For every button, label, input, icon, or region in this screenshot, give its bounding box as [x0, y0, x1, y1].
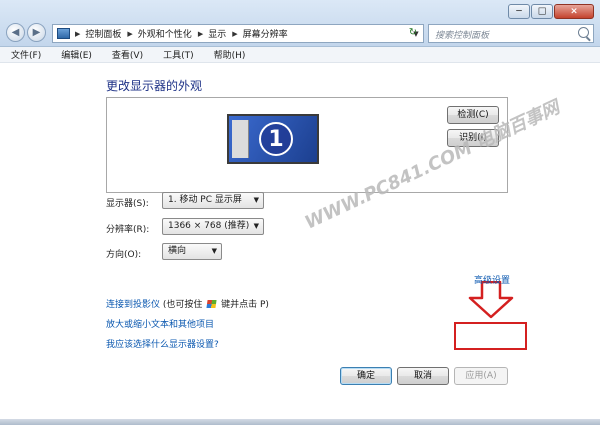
windows-logo-icon — [206, 300, 217, 308]
breadcrumb-item[interactable]: ▶ 显示 — [196, 27, 227, 41]
chevron-down-icon: ▼ — [253, 196, 259, 204]
window-chrome: − □ × ◀ ▶ ▶ 控制面板 ▶ 外观和个性化 ▶ 显示 ▶ 屏幕分辨率 ▼ ↻ 搜… — [0, 0, 600, 47]
breadcrumb-arrow-icon: ▶ — [197, 29, 204, 38]
breadcrumb-item[interactable]: ▶ 屏幕分辨率 — [230, 27, 288, 41]
breadcrumb-label: 显示 — [208, 30, 227, 40]
apply-button[interactable]: 应用(A) — [454, 367, 508, 385]
breadcrumb-arrow-icon: ▶ — [127, 29, 133, 38]
back-arrow-icon: ◀ — [11, 27, 20, 38]
cancel-button[interactable]: 取消 — [397, 367, 449, 385]
page-title: 更改显示器的外观 — [106, 79, 203, 93]
breadcrumb-arrow-icon: ▶ — [232, 29, 238, 38]
address-bar[interactable]: ▶ 控制面板 ▶ 外观和个性化 ▶ 显示 ▶ 屏幕分辨率 ▼ — [52, 24, 424, 43]
menu-view[interactable]: 查看(V) — [112, 48, 143, 61]
connect-projector-link[interactable]: 连接到投影仪 — [106, 300, 160, 310]
search-box[interactable]: 搜索控制面板 — [428, 24, 594, 43]
projector-hint-tail: 键并点击 P) — [221, 300, 269, 310]
down-arrow-icon — [468, 281, 514, 319]
control-panel-icon — [57, 28, 70, 39]
monitor-number-badge: 1 — [259, 122, 293, 156]
minimize-icon: − — [515, 6, 523, 16]
ok-button[interactable]: 确定 — [340, 367, 392, 385]
orientation-label: 方向(O): — [106, 250, 142, 260]
display-select[interactable]: 1. 移动 PC 显示屏 ▼ — [162, 192, 264, 209]
menu-bar: 文件(F) 编辑(E) 查看(V) 工具(T) 帮助(H) — [0, 47, 600, 63]
breadcrumb-label: 屏幕分辨率 — [242, 30, 288, 40]
menu-help[interactable]: 帮助(H) — [214, 48, 246, 61]
which-settings-link[interactable]: 我应该选择什么显示器设置? — [106, 337, 219, 350]
menu-tools[interactable]: 工具(T) — [163, 48, 194, 61]
callout-highlight-box — [454, 322, 527, 350]
maximize-icon: □ — [537, 6, 547, 16]
search-icon[interactable] — [578, 27, 589, 38]
breadcrumb-item[interactable]: ▶ 控制面板 — [73, 27, 122, 41]
orientation-select-value: 横向 — [168, 246, 187, 256]
minimize-button[interactable]: − — [508, 4, 530, 19]
orientation-select[interactable]: 横向 ▼ — [162, 243, 222, 260]
resolution-select[interactable]: 1366 × 768 (推荐) ▼ — [162, 218, 264, 235]
advanced-settings-link[interactable]: 高级设置 — [474, 273, 510, 286]
breadcrumb-arrow-icon: ▶ — [75, 29, 81, 38]
breadcrumb-label: 外观和个性化 — [137, 30, 192, 40]
screen-resolution-window: − □ × ◀ ▶ ▶ 控制面板 ▶ 外观和个性化 ▶ 显示 ▶ 屏幕分辨率 ▼ ↻ 搜… — [0, 0, 600, 425]
close-icon: × — [570, 6, 578, 16]
breadcrumb-label: 控制面板 — [85, 30, 122, 40]
window-bottom-border — [0, 419, 600, 425]
search-placeholder: 搜索控制面板 — [435, 31, 490, 41]
monitor-1[interactable]: 1 — [227, 114, 319, 164]
breadcrumb-item[interactable]: ▶ 外观和个性化 — [125, 27, 192, 41]
maximize-button[interactable]: □ — [531, 4, 553, 19]
display-label: 显示器(S): — [106, 199, 149, 209]
caption-buttons: − □ × — [508, 4, 594, 20]
projector-hint-text: (也可按住 — [160, 300, 203, 310]
forward-arrow-icon: ▶ — [32, 27, 41, 38]
text-size-link[interactable]: 放大或缩小文本和其他项目 — [106, 317, 214, 330]
monitor-desktop-thumbnail — [232, 120, 249, 158]
resolution-select-value: 1366 × 768 (推荐) — [168, 221, 250, 231]
display-select-value: 1. 移动 PC 显示屏 — [168, 195, 242, 205]
chevron-down-icon: ▼ — [211, 247, 217, 255]
resolution-label: 分辨率(R): — [106, 225, 150, 235]
chevron-down-icon: ▼ — [253, 222, 259, 230]
forward-button[interactable]: ▶ — [27, 23, 46, 42]
projector-link-row: 连接到投影仪 (也可按住 键并点击 P) — [106, 297, 269, 310]
refresh-button[interactable]: ↻ — [404, 25, 422, 41]
refresh-icon: ↻ — [408, 27, 418, 38]
content-area: 更改显示器的外观 1 检测(C) 识别(I) 显示器(S): 1. 移动 PC … — [0, 63, 600, 425]
close-button[interactable]: × — [554, 4, 594, 19]
menu-file[interactable]: 文件(F) — [11, 48, 41, 61]
menu-edit[interactable]: 编辑(E) — [61, 48, 92, 61]
back-button[interactable]: ◀ — [6, 23, 25, 42]
